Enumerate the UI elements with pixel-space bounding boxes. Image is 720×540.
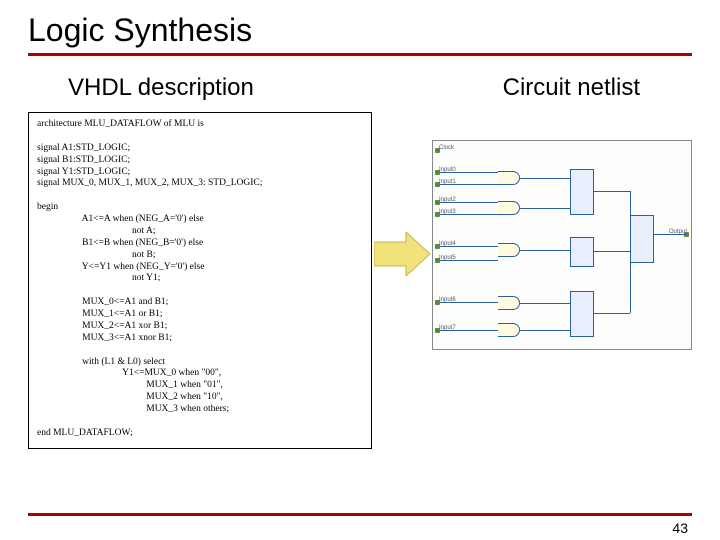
code-line: Y1<=MUX_0 when "00",	[37, 368, 363, 380]
subtitle-right: Circuit netlist	[503, 74, 640, 102]
slide: Logic Synthesis VHDL description Circuit…	[0, 0, 720, 540]
wire	[440, 260, 498, 261]
page-number: 43	[672, 520, 688, 536]
wire	[520, 330, 570, 331]
code-line: MUX_2 when "10",	[37, 392, 363, 404]
slide-title: Logic Synthesis	[28, 12, 692, 49]
code-line: MUX_2<=A1 xor B1;	[37, 321, 363, 333]
code-line: not A;	[37, 226, 363, 238]
mux-icon	[570, 237, 594, 267]
code-line: signal MUX_0, MUX_1, MUX_2, MUX_3: STD_L…	[37, 178, 363, 190]
title-underline	[28, 53, 692, 56]
code-line: not Y1;	[37, 273, 363, 285]
gate-icon	[498, 171, 520, 185]
code-line: Y<=Y1 when (NEG_Y='0') else	[37, 262, 363, 274]
footer-underline	[28, 513, 692, 516]
net-label: Clock	[439, 145, 454, 151]
code-line: architecture MLU_DATAFLOW of MLU is	[37, 119, 363, 131]
code-line: MUX_0<=A1 and B1;	[37, 297, 363, 309]
wire	[520, 208, 570, 209]
code-line: MUX_3 when others;	[37, 404, 363, 416]
mux-icon	[630, 215, 654, 263]
code-line: MUX_1 when "01",	[37, 380, 363, 392]
code-line	[37, 345, 363, 357]
wire	[520, 303, 570, 304]
wire	[594, 313, 630, 314]
wire	[520, 250, 570, 251]
gate-icon	[498, 323, 520, 337]
code-line	[37, 131, 363, 143]
subtitle-left: VHDL description	[68, 74, 254, 102]
gate-icon	[498, 296, 520, 310]
wire	[440, 172, 498, 173]
wire	[440, 214, 498, 215]
gate-icon	[498, 243, 520, 257]
gate-icon	[498, 201, 520, 215]
code-line: MUX_3<=A1 xnor B1;	[37, 333, 363, 345]
code-line: signal B1:STD_LOGIC;	[37, 155, 363, 167]
wire	[440, 330, 498, 331]
wire	[594, 191, 630, 192]
code-line: with (L1 & L0) select	[37, 357, 363, 369]
wire	[440, 184, 498, 185]
wire	[440, 246, 498, 247]
mux-icon	[570, 291, 594, 337]
mux-icon	[570, 169, 594, 215]
code-line	[37, 190, 363, 202]
wire	[594, 251, 630, 252]
circuit-netlist-diagram: Clock Input0 Input1 Input2 Input3 Input4…	[432, 140, 692, 350]
wire	[440, 202, 498, 203]
code-line: A1<=A when (NEG_A='0') else	[37, 214, 363, 226]
code-line	[37, 285, 363, 297]
code-line	[37, 416, 363, 428]
vhdl-code-box: architecture MLU_DATAFLOW of MLU is sign…	[28, 112, 372, 449]
code-line: signal Y1:STD_LOGIC;	[37, 167, 363, 179]
content-row: architecture MLU_DATAFLOW of MLU is sign…	[28, 112, 692, 449]
code-line: B1<=B when (NEG_B='0') else	[37, 238, 363, 250]
pin-icon	[435, 148, 440, 153]
arrow-icon	[374, 232, 430, 276]
code-line: signal A1:STD_LOGIC;	[37, 143, 363, 155]
wire	[440, 302, 498, 303]
code-line: end MLU_DATAFLOW;	[37, 428, 363, 440]
code-line: MUX_1<=A1 or B1;	[37, 309, 363, 321]
wire	[520, 178, 570, 179]
code-line: begin	[37, 202, 363, 214]
right-column: Clock Input0 Input1 Input2 Input3 Input4…	[382, 140, 692, 350]
code-line: not B;	[37, 250, 363, 262]
subtitle-row: VHDL description Circuit netlist	[28, 74, 692, 112]
wire	[654, 234, 687, 235]
